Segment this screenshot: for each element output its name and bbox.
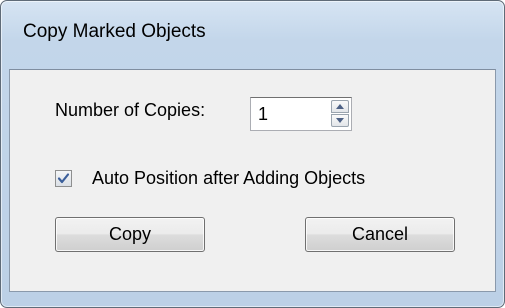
spin-up-button[interactable]	[331, 100, 349, 113]
auto-position-label[interactable]: Auto Position after Adding Objects	[92, 168, 365, 189]
copy-button[interactable]: Copy	[55, 217, 205, 252]
cancel-button[interactable]: Cancel	[305, 217, 455, 252]
spinner-buttons	[331, 100, 349, 128]
auto-position-checkbox[interactable]	[55, 170, 72, 187]
spin-down-button[interactable]	[331, 114, 349, 127]
copies-input[interactable]: 1	[258, 104, 268, 125]
copies-spinner[interactable]: 1	[250, 97, 352, 131]
dialog-content: Number of Copies: 1 Auto Position after …	[9, 69, 496, 292]
checkmark-icon	[57, 173, 70, 184]
dialog-window: Copy Marked Objects Number of Copies: 1 …	[0, 0, 505, 308]
dialog-title: Copy Marked Objects	[23, 21, 206, 42]
up-arrow-icon	[336, 104, 344, 109]
down-arrow-icon	[336, 118, 344, 123]
copies-label: Number of Copies:	[55, 100, 206, 120]
